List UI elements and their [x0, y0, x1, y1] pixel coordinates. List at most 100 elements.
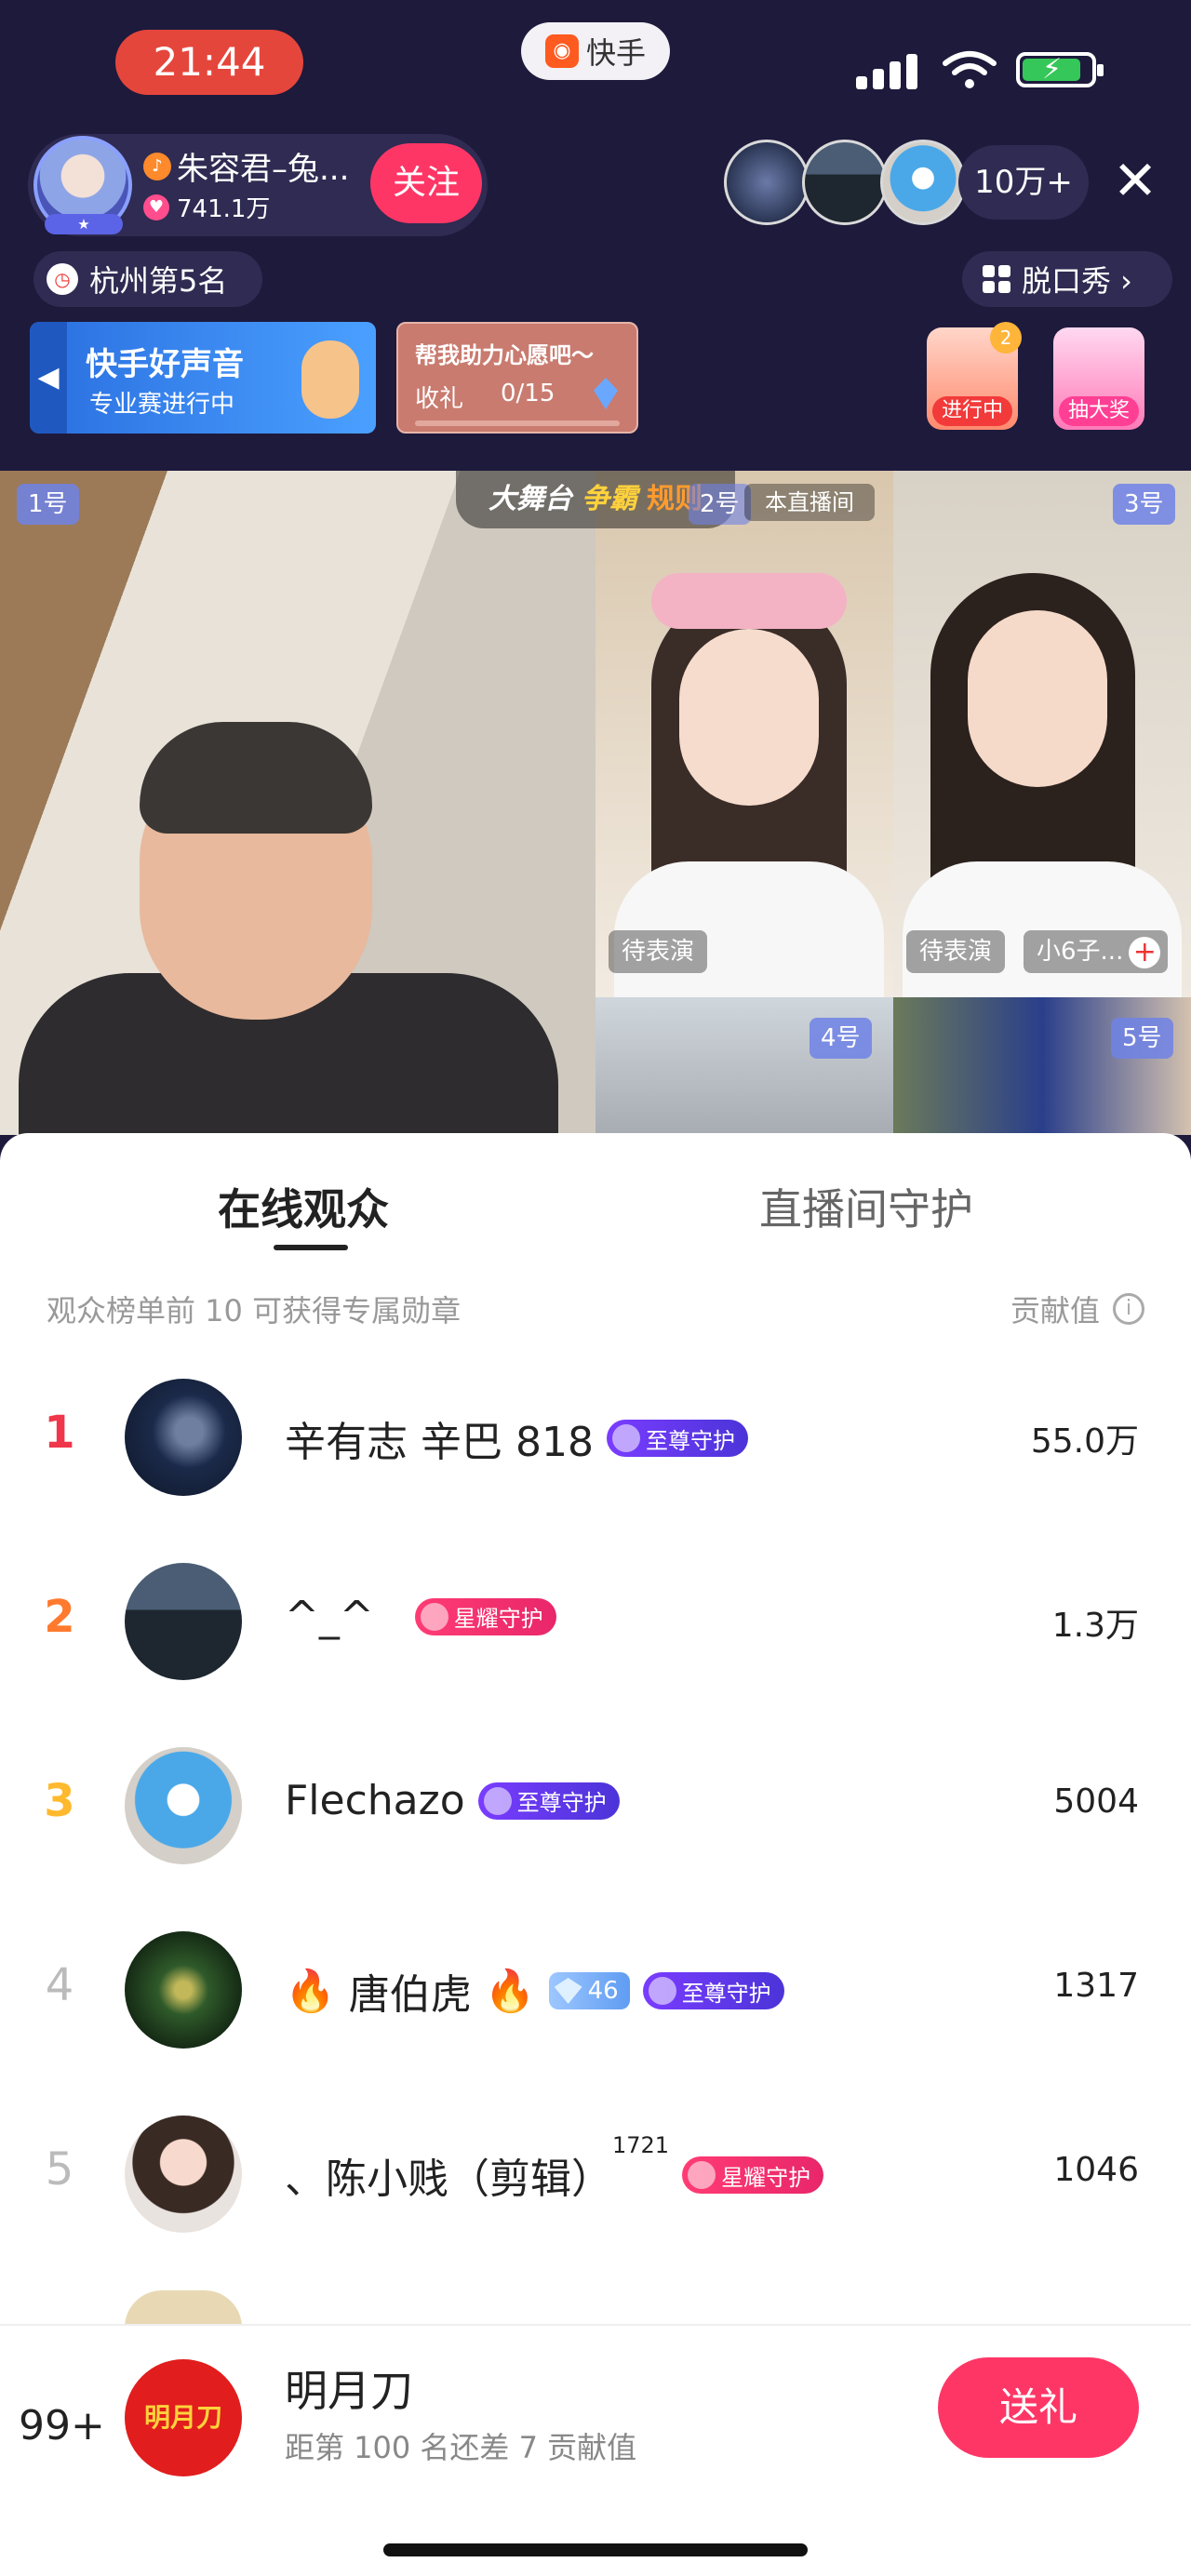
host-likes: 741.1万 — [177, 195, 271, 223]
host-name: 朱容君–兔... — [177, 151, 350, 188]
rank-number: 5 — [45, 2143, 74, 2196]
diamond-icon — [594, 378, 618, 409]
list-item[interactable]: 4 🔥 唐伯虎 🔥 46 至尊守护 1317 — [0, 1896, 1191, 2080]
user-name: 、陈小贱（剪辑）1721 — [285, 2132, 670, 2203]
voice-contest-banner[interactable]: ◀ 快手好声音 专业赛进行中 — [30, 322, 376, 434]
contribution-score: 55.0万 — [1030, 1422, 1139, 1461]
user-name-row: 🔥 唐伯虎 🔥 46 至尊守护 — [285, 1961, 784, 2021]
contribution-score: 5004 — [1053, 1782, 1139, 1821]
tab-online-audience[interactable]: 在线观众 — [218, 1176, 389, 1237]
video-seat-3[interactable] — [893, 471, 1191, 1010]
tab-room-guardians[interactable]: 直播间守护 — [759, 1176, 973, 1237]
category-label: 脱口秀 › — [1022, 263, 1132, 299]
video-seat-1[interactable] — [0, 471, 596, 1135]
list-item[interactable]: 2 ^_^ 星耀守护 1.3万 — [0, 1528, 1191, 1712]
score-header[interactable]: 贡献值 i — [1010, 1288, 1144, 1330]
wish-progress-bar — [415, 420, 620, 426]
rank-number: 2 — [44, 1591, 75, 1643]
avatar[interactable] — [125, 2290, 242, 2328]
lottery-button[interactable]: 抽大奖 — [1053, 327, 1144, 430]
wish-progress: 0/15 — [501, 380, 555, 407]
kuaishou-pill[interactable]: ◉ 快手 — [521, 22, 670, 80]
my-avatar[interactable]: 明月刀 — [125, 2359, 242, 2476]
multi-guest-video: 1号 大舞台 争霸 规则 2号 本直播间 3号 待表演 待表演 小6子... + 4号… — [0, 471, 1191, 1135]
battery-icon: ⚡ — [1016, 52, 1104, 87]
score-header-label: 贡献值 — [1010, 1293, 1100, 1328]
user-name: 唐伯虎 — [348, 1971, 472, 2019]
tab-underline — [274, 1245, 348, 1250]
guard-icon — [648, 1977, 676, 2005]
home-indicator[interactable] — [383, 2543, 808, 2556]
stage-highlight: 争霸 — [582, 483, 637, 515]
activity-count-badge: 2 — [990, 322, 1022, 354]
status-time: 21:44 — [115, 30, 303, 95]
list-item[interactable]: 5 、陈小贱（剪辑）1721 星耀守护 1046 — [0, 2080, 1191, 2264]
top-viewer-avatar-3[interactable] — [880, 140, 966, 225]
status-icons: ⚡ — [856, 47, 1107, 93]
user-name-row: ^_^ 星耀守护 — [285, 1593, 556, 1640]
activity-label: 进行中 — [932, 396, 1012, 426]
close-icon[interactable]: ✕ — [1107, 153, 1163, 208]
seat-2-tag: 2号 — [689, 484, 751, 525]
category-pill[interactable]: 脱口秀 › — [962, 251, 1172, 307]
grid-icon — [983, 265, 1010, 293]
guard-badge: 星耀守护 — [414, 1597, 556, 1635]
seat-3-user[interactable]: 小6子... + — [1024, 930, 1169, 973]
live-header: 21:44 ◉ 快手 ⚡ ★ ♪ 朱容君–兔... ♥ 741.1万 关注 10… — [0, 0, 1191, 471]
guard-icon — [688, 2161, 716, 2189]
kuaishou-logo-icon: ◉ — [544, 34, 579, 68]
seat-4-tag: 4号 — [810, 1018, 872, 1059]
host-name-row: ♪ 朱容君–兔... — [143, 143, 349, 189]
contribution-score: 1317 — [1053, 1967, 1139, 2005]
wish-title: 帮我助力心愿吧～ — [415, 342, 594, 368]
guard-badge: 至尊守护 — [606, 1420, 748, 1457]
avatar[interactable] — [125, 1379, 242, 1496]
seat-3-tag: 3号 — [1113, 484, 1175, 525]
city-rank-pill[interactable]: ◷ 杭州第5名 — [33, 251, 262, 307]
chevron-left-icon[interactable]: ◀ — [30, 322, 67, 434]
banner-subtitle: 专业赛进行中 — [89, 391, 235, 419]
kuaishou-label: 快手 — [585, 35, 646, 71]
lottery-label: 抽大奖 — [1059, 396, 1139, 426]
top-viewer-avatar-1[interactable] — [724, 140, 810, 225]
my-name: 明月刀 — [285, 2366, 413, 2416]
user-name: 辛有志 辛巴 818 — [285, 1419, 594, 1466]
this-room-tag: 本直播间 — [744, 484, 875, 521]
seat-5-tag: 5号 — [1111, 1018, 1173, 1059]
heart-icon: ♥ — [143, 194, 169, 220]
list-item[interactable]: 3 Flechazo 至尊守护 5004 — [0, 1712, 1191, 1896]
video-seat-2[interactable] — [596, 471, 893, 1010]
user-name-superscript: 1721 — [612, 2132, 670, 2158]
guard-icon — [483, 1786, 512, 1815]
activity-button[interactable]: 2 进行中 — [927, 322, 1022, 430]
contribution-score: 1.3万 — [1051, 1607, 1139, 1645]
avatar[interactable] — [125, 1747, 242, 1864]
my-rank-bar: 99+ 明月刀 明月刀 距第 100 名还差 7 贡献值 送礼 — [0, 2324, 1191, 2576]
guard-icon — [611, 1424, 640, 1452]
microphone-icon — [301, 340, 359, 419]
guard-badge: 至尊守护 — [477, 1782, 620, 1820]
user-name-row: Flechazo 至尊守护 — [285, 1777, 620, 1824]
add-icon[interactable]: + — [1129, 936, 1161, 968]
avatar[interactable] — [125, 2116, 242, 2233]
level-badge: 46 — [548, 1972, 630, 2009]
rank-number: 1 — [44, 1407, 75, 1459]
signal-icon — [856, 52, 921, 89]
ranking-hint: 观众榜单前 10 可获得专属勋章 — [47, 1293, 462, 1328]
contribution-score: 1046 — [1053, 2151, 1139, 2189]
host-level-badge: ★ — [45, 214, 123, 234]
user-name: ^_^ — [285, 1593, 374, 1640]
list-item[interactable]: 1 辛有志 辛巴 818 至尊守护 55.0万 — [0, 1343, 1191, 1528]
send-gift-button[interactable]: 送礼 — [938, 2357, 1139, 2458]
follow-button[interactable]: 关注 — [370, 143, 482, 223]
diamond-icon — [554, 1978, 582, 2004]
guard-icon — [420, 1602, 448, 1631]
info-icon[interactable]: i — [1113, 1293, 1144, 1325]
wish-card[interactable]: 帮我助力心愿吧～ 收礼 0/15 — [396, 322, 638, 434]
avatar[interactable] — [125, 1563, 242, 1680]
top-viewer-avatar-2[interactable] — [802, 140, 888, 225]
viewer-count[interactable]: 10万+ — [958, 145, 1089, 220]
music-note-icon: ♪ — [143, 152, 171, 180]
banner-title: 快手好声音 — [86, 346, 244, 383]
avatar[interactable] — [125, 1931, 242, 2049]
